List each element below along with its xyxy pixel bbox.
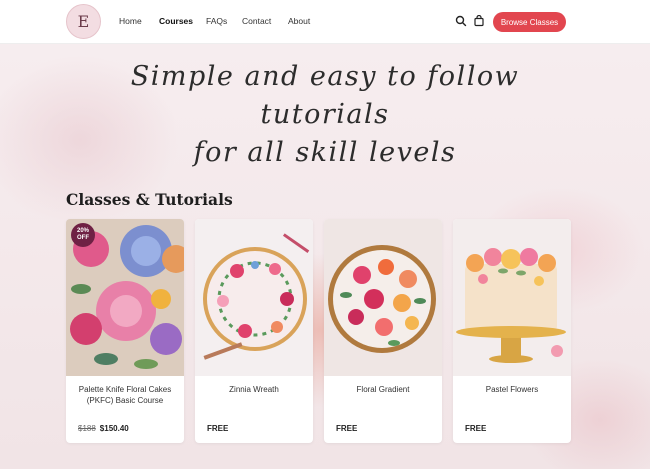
course-title[interactable]: Zinnia Wreath (201, 384, 307, 395)
badge-percent: 20% (76, 228, 89, 234)
brand-logo[interactable]: E (66, 4, 101, 39)
section-title: Classes & Tutorials (66, 190, 233, 209)
nav-faqs[interactable]: FAQs (206, 16, 227, 26)
price-free: FREE (465, 424, 487, 433)
course-thumbnail[interactable] (195, 219, 313, 376)
nav-contact[interactable]: Contact (242, 16, 271, 26)
course-card-floral-gradient[interactable]: Floral Gradient FREE (324, 219, 442, 443)
course-price: FREE (465, 424, 486, 433)
nav-home[interactable]: Home (119, 16, 142, 26)
browse-classes-button[interactable]: Browse Classes (493, 12, 566, 32)
course-card-zinnia-wreath[interactable]: Zinnia Wreath FREE (195, 219, 313, 443)
sale-price: $150.40 (99, 424, 129, 433)
logo-letter: E (77, 12, 90, 31)
course-price: $188 $150.40 (78, 424, 129, 433)
course-thumbnail[interactable] (324, 219, 442, 376)
course-title[interactable]: Pastel Flowers (459, 384, 565, 395)
price-free: FREE (207, 424, 229, 433)
original-price: $188 (78, 424, 96, 433)
discount-badge: 20% OFF (71, 223, 95, 247)
price-free: FREE (336, 424, 358, 433)
badge-off: OFF (77, 235, 89, 241)
nav-courses[interactable]: Courses (159, 16, 193, 26)
hero-line-1: Simple and easy to follow tutorials (130, 61, 520, 130)
course-title[interactable]: Palette Knife Floral Cakes (PKFC) Basic … (72, 384, 178, 406)
course-title[interactable]: Floral Gradient (330, 384, 436, 395)
course-price: FREE (207, 424, 228, 433)
course-card-pkfc[interactable]: 20% OFF Palette Knife Floral Cakes (PKFC… (66, 219, 184, 443)
nav-about[interactable]: About (288, 16, 310, 26)
course-thumbnail[interactable] (453, 219, 571, 376)
search-icon[interactable] (455, 15, 467, 27)
course-price: FREE (336, 424, 357, 433)
hero-line-2: for all skill levels (193, 137, 457, 168)
site-header: E Home Courses FAQs Contact About Browse… (0, 0, 650, 44)
course-card-pastel-flowers[interactable]: Pastel Flowers FREE (453, 219, 571, 443)
hero-headline: Simple and easy to follow tutorials for … (70, 58, 580, 172)
cart-icon[interactable] (473, 15, 485, 27)
